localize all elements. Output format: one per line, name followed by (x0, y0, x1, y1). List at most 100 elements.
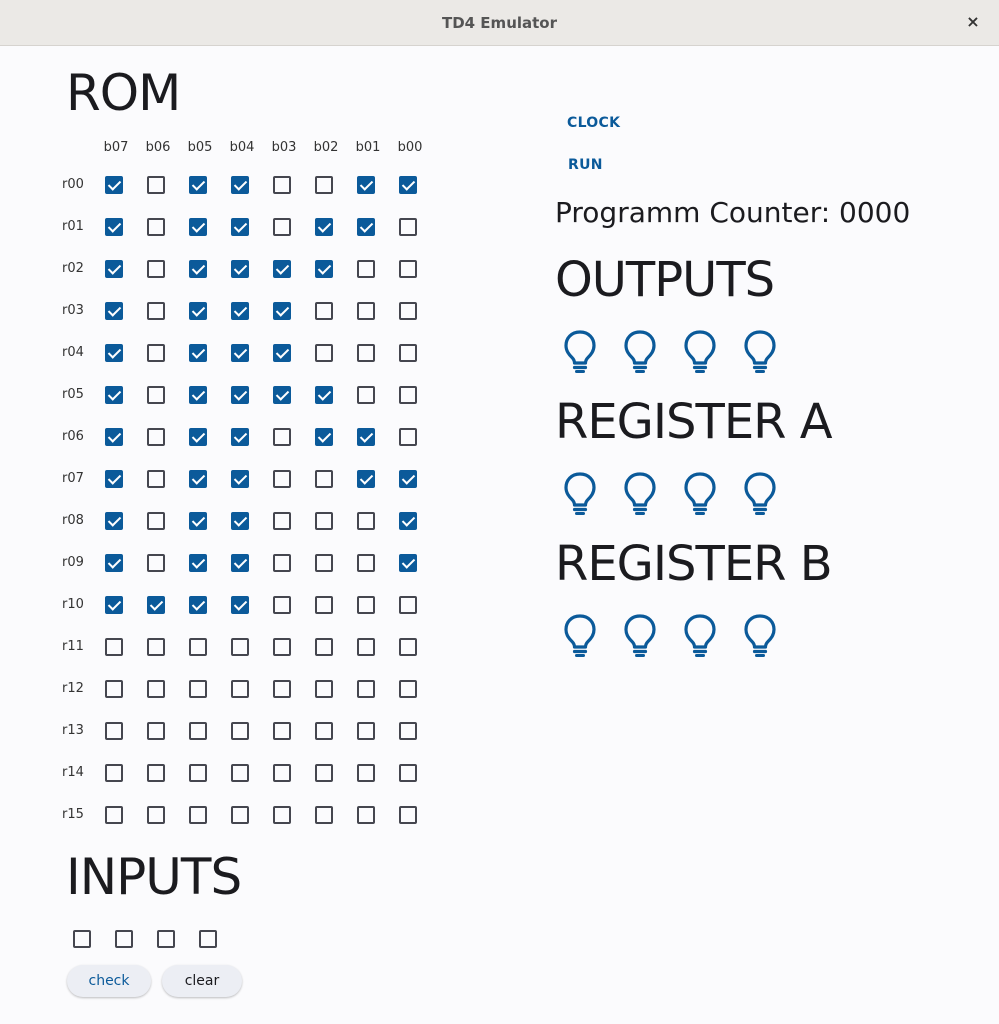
rom-bit-checkbox-r03-b00[interactable] (399, 302, 417, 320)
rom-bit-checkbox-r14-b01[interactable] (357, 764, 375, 782)
rom-bit-checkbox-r11-b06[interactable] (147, 638, 165, 656)
rom-bit-checkbox-r04-b04[interactable] (231, 344, 249, 362)
rom-bit-checkbox-r13-b04[interactable] (231, 722, 249, 740)
rom-bit-checkbox-r07-b00[interactable] (399, 470, 417, 488)
rom-bit-checkbox-r15-b07[interactable] (105, 806, 123, 824)
rom-bit-checkbox-r10-b01[interactable] (357, 596, 375, 614)
rom-bit-checkbox-r02-b01[interactable] (357, 260, 375, 278)
rom-bit-checkbox-r01-b00[interactable] (399, 218, 417, 236)
rom-bit-checkbox-r08-b06[interactable] (147, 512, 165, 530)
rom-bit-checkbox-r07-b01[interactable] (357, 470, 375, 488)
rom-bit-checkbox-r05-b00[interactable] (399, 386, 417, 404)
rom-bit-checkbox-r14-b03[interactable] (273, 764, 291, 782)
rom-bit-checkbox-r07-b05[interactable] (189, 470, 207, 488)
rom-bit-checkbox-r07-b03[interactable] (273, 470, 291, 488)
rom-bit-checkbox-r00-b07[interactable] (105, 176, 123, 194)
rom-bit-checkbox-r06-b06[interactable] (147, 428, 165, 446)
rom-bit-checkbox-r03-b07[interactable] (105, 302, 123, 320)
rom-bit-checkbox-r04-b03[interactable] (273, 344, 291, 362)
rom-bit-checkbox-r06-b01[interactable] (357, 428, 375, 446)
rom-bit-checkbox-r13-b00[interactable] (399, 722, 417, 740)
rom-bit-checkbox-r03-b03[interactable] (273, 302, 291, 320)
rom-bit-checkbox-r07-b07[interactable] (105, 470, 123, 488)
rom-bit-checkbox-r12-b01[interactable] (357, 680, 375, 698)
rom-bit-checkbox-r09-b00[interactable] (399, 554, 417, 572)
rom-bit-checkbox-r01-b07[interactable] (105, 218, 123, 236)
run-button[interactable]: RUN (568, 157, 603, 173)
rom-bit-checkbox-r14-b06[interactable] (147, 764, 165, 782)
rom-bit-checkbox-r05-b05[interactable] (189, 386, 207, 404)
rom-bit-checkbox-r01-b03[interactable] (273, 218, 291, 236)
rom-bit-checkbox-r11-b00[interactable] (399, 638, 417, 656)
rom-bit-checkbox-r05-b04[interactable] (231, 386, 249, 404)
rom-bit-checkbox-r15-b06[interactable] (147, 806, 165, 824)
rom-bit-checkbox-r01-b01[interactable] (357, 218, 375, 236)
rom-bit-checkbox-r06-b02[interactable] (315, 428, 333, 446)
rom-bit-checkbox-r04-b02[interactable] (315, 344, 333, 362)
rom-bit-checkbox-r15-b04[interactable] (231, 806, 249, 824)
rom-bit-checkbox-r08-b04[interactable] (231, 512, 249, 530)
rom-bit-checkbox-r10-b04[interactable] (231, 596, 249, 614)
rom-bit-checkbox-r07-b04[interactable] (231, 470, 249, 488)
rom-bit-checkbox-r01-b04[interactable] (231, 218, 249, 236)
rom-bit-checkbox-r11-b02[interactable] (315, 638, 333, 656)
rom-bit-checkbox-r14-b05[interactable] (189, 764, 207, 782)
rom-bit-checkbox-r13-b03[interactable] (273, 722, 291, 740)
rom-bit-checkbox-r13-b02[interactable] (315, 722, 333, 740)
rom-bit-checkbox-r09-b02[interactable] (315, 554, 333, 572)
rom-bit-checkbox-r00-b01[interactable] (357, 176, 375, 194)
rom-bit-checkbox-r07-b02[interactable] (315, 470, 333, 488)
rom-bit-checkbox-r03-b05[interactable] (189, 302, 207, 320)
rom-bit-checkbox-r12-b06[interactable] (147, 680, 165, 698)
clock-button[interactable]: CLOCK (567, 115, 620, 131)
rom-bit-checkbox-r10-b06[interactable] (147, 596, 165, 614)
rom-bit-checkbox-r05-b02[interactable] (315, 386, 333, 404)
rom-bit-checkbox-r15-b05[interactable] (189, 806, 207, 824)
rom-bit-checkbox-r00-b00[interactable] (399, 176, 417, 194)
rom-bit-checkbox-r12-b02[interactable] (315, 680, 333, 698)
rom-bit-checkbox-r08-b03[interactable] (273, 512, 291, 530)
rom-bit-checkbox-r10-b07[interactable] (105, 596, 123, 614)
rom-bit-checkbox-r15-b00[interactable] (399, 806, 417, 824)
rom-bit-checkbox-r05-b07[interactable] (105, 386, 123, 404)
rom-bit-checkbox-r12-b00[interactable] (399, 680, 417, 698)
input-bit-checkbox-3[interactable] (199, 930, 217, 948)
rom-bit-checkbox-r12-b04[interactable] (231, 680, 249, 698)
rom-bit-checkbox-r10-b03[interactable] (273, 596, 291, 614)
rom-bit-checkbox-r12-b05[interactable] (189, 680, 207, 698)
rom-bit-checkbox-r08-b05[interactable] (189, 512, 207, 530)
rom-bit-checkbox-r06-b00[interactable] (399, 428, 417, 446)
rom-bit-checkbox-r04-b01[interactable] (357, 344, 375, 362)
rom-bit-checkbox-r13-b05[interactable] (189, 722, 207, 740)
rom-bit-checkbox-r02-b00[interactable] (399, 260, 417, 278)
rom-bit-checkbox-r10-b05[interactable] (189, 596, 207, 614)
rom-bit-checkbox-r14-b07[interactable] (105, 764, 123, 782)
rom-bit-checkbox-r09-b07[interactable] (105, 554, 123, 572)
rom-bit-checkbox-r06-b07[interactable] (105, 428, 123, 446)
rom-bit-checkbox-r11-b07[interactable] (105, 638, 123, 656)
rom-bit-checkbox-r02-b05[interactable] (189, 260, 207, 278)
rom-bit-checkbox-r05-b03[interactable] (273, 386, 291, 404)
rom-bit-checkbox-r11-b05[interactable] (189, 638, 207, 656)
rom-bit-checkbox-r02-b04[interactable] (231, 260, 249, 278)
input-bit-checkbox-0[interactable] (73, 930, 91, 948)
rom-bit-checkbox-r11-b03[interactable] (273, 638, 291, 656)
rom-bit-checkbox-r11-b01[interactable] (357, 638, 375, 656)
rom-bit-checkbox-r00-b03[interactable] (273, 176, 291, 194)
rom-bit-checkbox-r07-b06[interactable] (147, 470, 165, 488)
rom-bit-checkbox-r04-b07[interactable] (105, 344, 123, 362)
rom-bit-checkbox-r04-b05[interactable] (189, 344, 207, 362)
check-button[interactable]: check (67, 965, 151, 997)
close-icon[interactable]: × (961, 10, 985, 34)
rom-bit-checkbox-r02-b03[interactable] (273, 260, 291, 278)
input-bit-checkbox-2[interactable] (157, 930, 175, 948)
rom-bit-checkbox-r01-b02[interactable] (315, 218, 333, 236)
input-bit-checkbox-1[interactable] (115, 930, 133, 948)
rom-bit-checkbox-r09-b04[interactable] (231, 554, 249, 572)
rom-bit-checkbox-r00-b04[interactable] (231, 176, 249, 194)
rom-bit-checkbox-r15-b03[interactable] (273, 806, 291, 824)
rom-bit-checkbox-r08-b00[interactable] (399, 512, 417, 530)
rom-bit-checkbox-r02-b07[interactable] (105, 260, 123, 278)
rom-bit-checkbox-r05-b06[interactable] (147, 386, 165, 404)
rom-bit-checkbox-r12-b07[interactable] (105, 680, 123, 698)
